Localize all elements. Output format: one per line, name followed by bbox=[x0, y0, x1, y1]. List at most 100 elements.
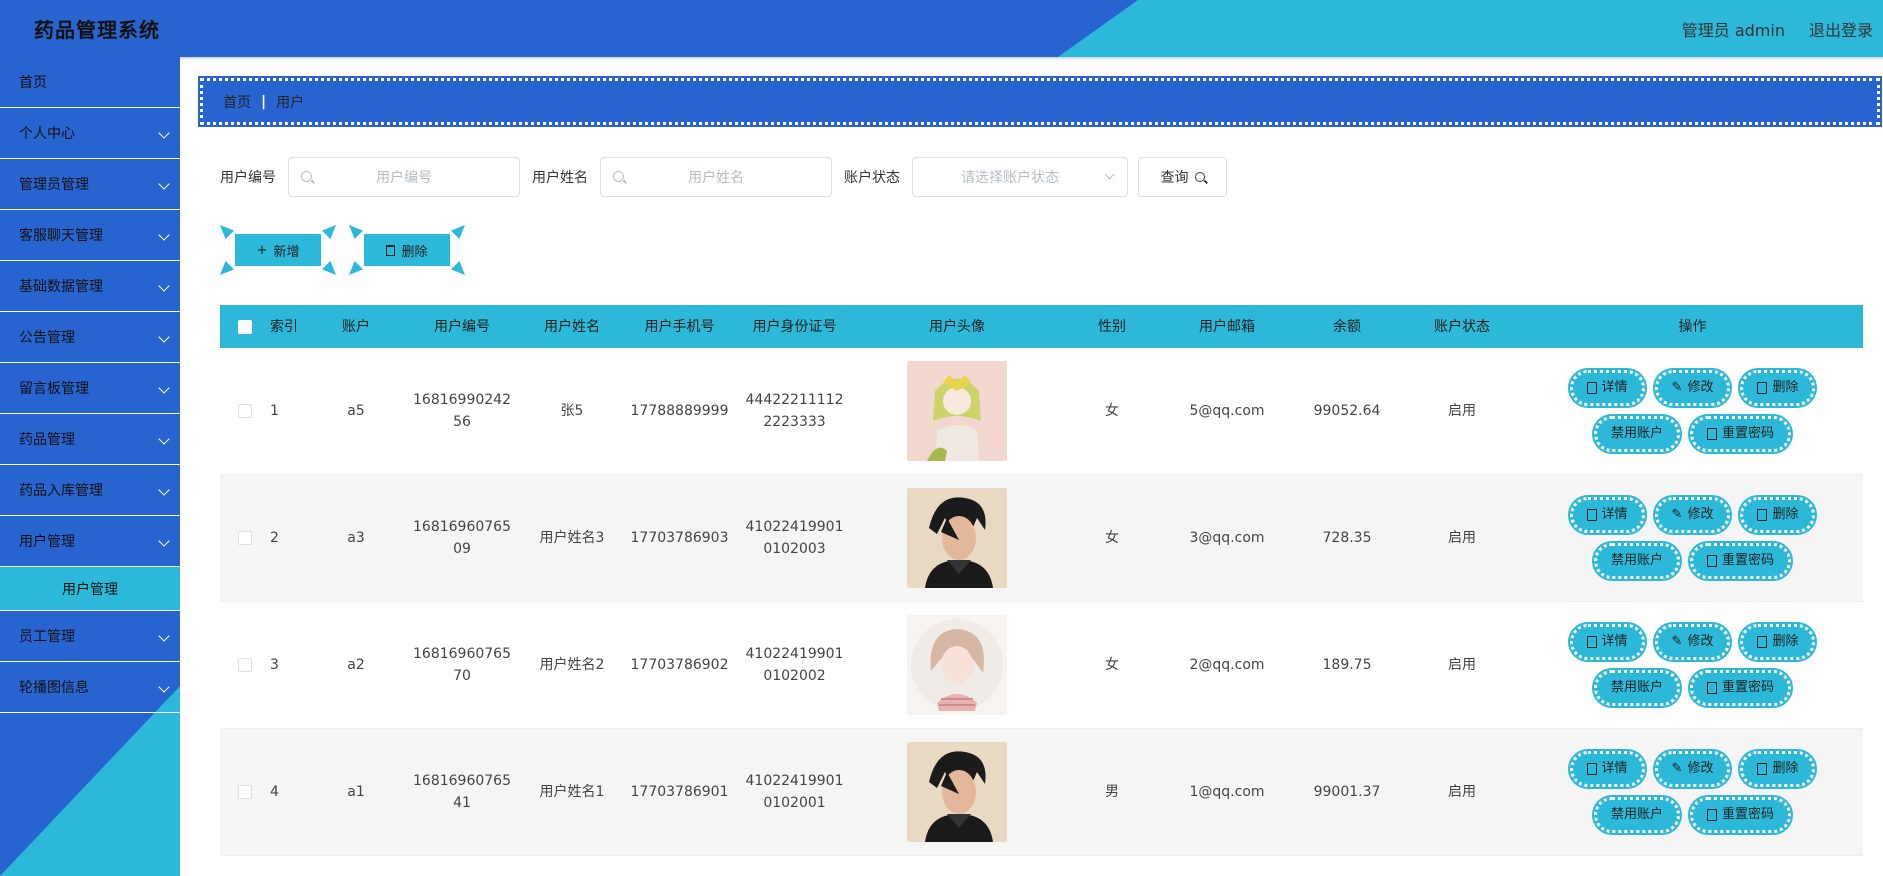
avatar bbox=[907, 488, 1007, 588]
cell-status: 启用 bbox=[1448, 657, 1476, 673]
sidebar-item-carousel-info[interactable]: 轮播图信息 bbox=[0, 662, 180, 713]
breadcrumb-home[interactable]: 首页 bbox=[223, 92, 251, 112]
column-header: 用户手机号 bbox=[644, 318, 715, 335]
chevron-down-icon bbox=[158, 681, 170, 693]
user-table: 索引 账户 用户编号 用户姓名 用户手机号 用户身份证号 用户头像 性别 用户邮… bbox=[220, 305, 1863, 856]
detail-button[interactable]: 详情 bbox=[1567, 368, 1647, 408]
row-delete-button[interactable]: 删除 bbox=[1738, 495, 1818, 535]
sidebar-subitem-user-management[interactable]: 用户管理 bbox=[0, 567, 180, 611]
cell-user-name: 用户姓名3 bbox=[539, 530, 605, 546]
chevron-down-icon bbox=[158, 229, 170, 241]
column-header: 账户状态 bbox=[1434, 318, 1490, 335]
reset-password-button[interactable]: 重置密码 bbox=[1687, 795, 1794, 835]
cell-index: 2 bbox=[270, 530, 279, 546]
cell-user-no-line: 09 bbox=[453, 541, 471, 557]
add-button[interactable]: + 新增 bbox=[235, 234, 321, 266]
reset-password-button[interactable]: 重置密码 bbox=[1687, 541, 1794, 581]
cell-account: a1 bbox=[347, 784, 365, 800]
cell-id-line: 44422211112 bbox=[745, 392, 844, 408]
operations-line: 详情 ✎ 修改 删除 bbox=[1567, 495, 1818, 535]
sidebar-item-notice-management[interactable]: 公告管理 bbox=[0, 312, 180, 363]
row-checkbox-cell bbox=[220, 531, 270, 545]
add-label: 新增 bbox=[273, 244, 300, 260]
edit-button[interactable]: ✎ 修改 bbox=[1652, 368, 1733, 408]
cell-balance: 99001.37 bbox=[1313, 784, 1381, 800]
column-header: 索引 bbox=[270, 318, 298, 335]
row-delete-button[interactable]: 删除 bbox=[1738, 622, 1818, 662]
row-checkbox-cell bbox=[220, 658, 270, 672]
cell-email: 3@qq.com bbox=[1189, 530, 1265, 546]
sidebar-item-drug-management[interactable]: 药品管理 bbox=[0, 414, 180, 465]
row-checkbox[interactable] bbox=[238, 658, 252, 672]
cell-id-line: 0102003 bbox=[763, 541, 826, 557]
logout-link[interactable]: 退出登录 bbox=[1809, 17, 1873, 41]
edit-button[interactable]: ✎ 修改 bbox=[1652, 495, 1733, 535]
edit-label: 修改 bbox=[1687, 380, 1714, 395]
avatar bbox=[907, 615, 1007, 715]
disable-account-button[interactable]: 禁用账户 bbox=[1591, 795, 1683, 835]
chevron-down-icon bbox=[1104, 169, 1115, 180]
row-delete-label: 删除 bbox=[1772, 507, 1799, 522]
sidebar-item-admin-management[interactable]: 管理员管理 bbox=[0, 159, 180, 210]
status-select[interactable]: 请选择账户状态 bbox=[912, 157, 1128, 197]
row-delete-button[interactable]: 删除 bbox=[1738, 749, 1818, 789]
detail-button[interactable]: 详情 bbox=[1567, 495, 1647, 535]
cell-user-no-line: 56 bbox=[453, 414, 471, 430]
sidebar-item-message-board[interactable]: 留言板管理 bbox=[0, 363, 180, 414]
chevron-down-icon bbox=[158, 535, 170, 547]
sidebar-item-basic-data[interactable]: 基础数据管理 bbox=[0, 261, 180, 312]
cell-balance: 99052.64 bbox=[1313, 403, 1381, 419]
cell-user-no-line: 16816960765 bbox=[413, 646, 511, 662]
row-checkbox-cell bbox=[220, 785, 270, 799]
cell-operations: 详情 ✎ 修改 删除禁用账户 重置密码 bbox=[1522, 495, 1863, 581]
user-name-input[interactable]: 用户姓名 bbox=[600, 157, 832, 197]
reset-password-button[interactable]: 重置密码 bbox=[1687, 414, 1794, 454]
column-header: 用户邮箱 bbox=[1199, 318, 1255, 335]
cell-user-no: 16816960765 09 bbox=[402, 516, 522, 560]
cell-phone: 17703786902 bbox=[630, 657, 729, 673]
detail-button[interactable]: 详情 bbox=[1567, 749, 1647, 789]
sidebar-item-user-management[interactable]: 用户管理 bbox=[0, 516, 180, 567]
row-checkbox[interactable] bbox=[238, 404, 252, 418]
pencil-icon: ✎ bbox=[1671, 761, 1683, 776]
row-delete-label: 删除 bbox=[1772, 761, 1799, 776]
sidebar-item-chat-management[interactable]: 客服聊天管理 bbox=[0, 210, 180, 261]
sidebar-item-personal-center[interactable]: 个人中心 bbox=[0, 108, 180, 159]
column-header: 性别 bbox=[1098, 318, 1126, 335]
edit-button[interactable]: ✎ 修改 bbox=[1652, 749, 1733, 789]
table-row: 4 a1 16816960765 41 用户姓名1 17703786901 41022419… bbox=[220, 729, 1863, 856]
row-checkbox-cell bbox=[220, 404, 270, 418]
reset-password-button[interactable]: 重置密码 bbox=[1687, 668, 1794, 708]
chevron-down-icon bbox=[158, 280, 170, 292]
edit-button[interactable]: ✎ 修改 bbox=[1652, 622, 1733, 662]
sidebar-decoration bbox=[0, 686, 180, 876]
operations-line: 禁用账户 重置密码 bbox=[1591, 414, 1794, 454]
sidebar-item-label: 员工管理 bbox=[19, 629, 75, 645]
sidebar-item-drug-stock-in[interactable]: 药品入库管理 bbox=[0, 465, 180, 516]
query-button[interactable]: 查询 bbox=[1138, 157, 1227, 197]
table-row: 2 a3 16816960765 09 用户姓名3 17703786903 41022419… bbox=[220, 475, 1863, 602]
chevron-down-icon bbox=[158, 178, 170, 190]
disable-account-button[interactable]: 禁用账户 bbox=[1591, 541, 1683, 581]
operations-line: 禁用账户 重置密码 bbox=[1591, 541, 1794, 581]
row-delete-button[interactable]: 删除 bbox=[1738, 368, 1818, 408]
disable-account-button[interactable]: 禁用账户 bbox=[1591, 414, 1683, 454]
user-no-placeholder: 用户编号 bbox=[376, 170, 432, 186]
select-all-checkbox[interactable] bbox=[238, 319, 252, 334]
status-label: 账户状态 bbox=[844, 170, 900, 186]
sidebar-item-label: 轮播图信息 bbox=[19, 680, 89, 696]
column-header: 账户 bbox=[342, 318, 370, 335]
detail-button[interactable]: 详情 bbox=[1567, 622, 1647, 662]
row-checkbox[interactable] bbox=[238, 785, 252, 799]
sidebar-item-home[interactable]: 首页 bbox=[0, 57, 180, 108]
sidebar-item-staff-management[interactable]: 员工管理 bbox=[0, 611, 180, 662]
table-row: 1 a5 16816990242 56 张5 17788889999 44422211112… bbox=[220, 348, 1863, 475]
admin-label[interactable]: 管理员 admin bbox=[1682, 17, 1785, 41]
disable-account-button[interactable]: 禁用账户 bbox=[1591, 668, 1683, 708]
breadcrumb-current: 用户 bbox=[276, 94, 305, 111]
cell-user-no: 16816960765 41 bbox=[402, 770, 522, 814]
cell-operations: 详情 ✎ 修改 删除禁用账户 重置密码 bbox=[1522, 368, 1863, 454]
row-checkbox[interactable] bbox=[238, 531, 252, 545]
delete-button[interactable]: 删除 bbox=[364, 234, 450, 266]
user-no-input[interactable]: 用户编号 bbox=[288, 157, 520, 197]
